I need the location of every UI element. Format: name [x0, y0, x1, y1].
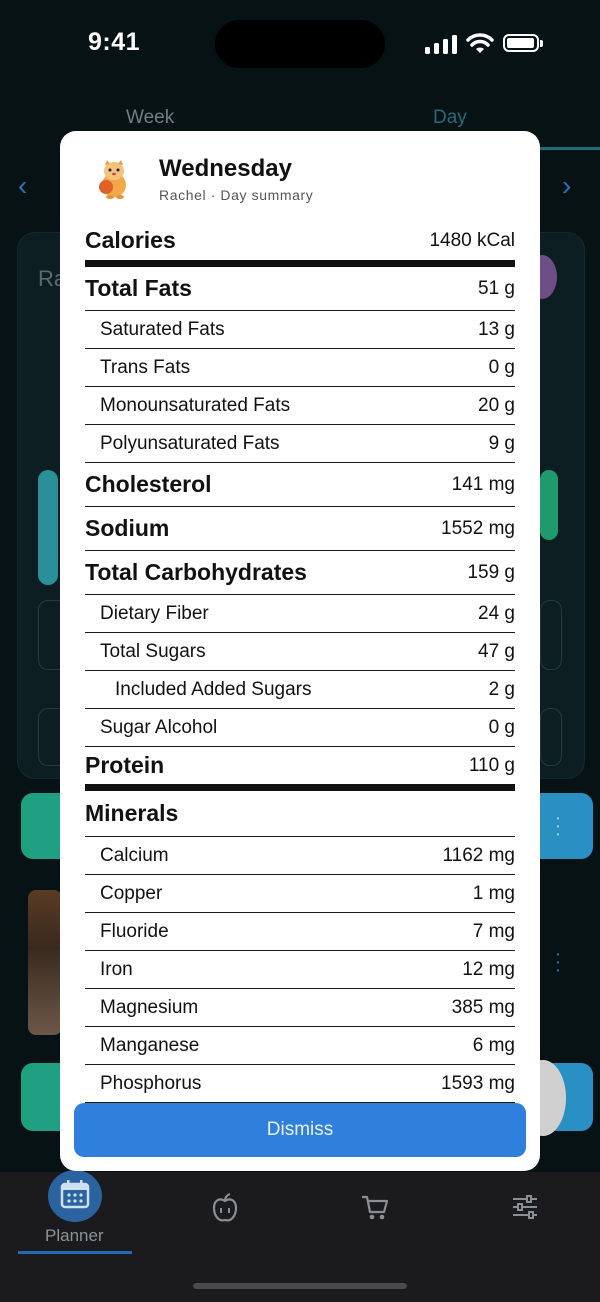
nutrient-label: Calories — [85, 227, 176, 253]
nutrient-label: Sugar Alcohol — [100, 716, 218, 738]
nutrient-row-cholesterol: Cholesterol 141 mg — [85, 463, 515, 507]
nutrient-row-included-added-sugars: Included Added Sugars 2 g — [85, 671, 515, 709]
nutrient-row-monounsaturated-fats: Monounsaturated Fats 20 g — [85, 387, 515, 425]
nutrient-label: Included Added Sugars — [115, 678, 312, 700]
tab-indicator — [18, 1251, 132, 1254]
chevron-left-icon[interactable]: ‹ — [18, 170, 27, 202]
nutrient-value: 1 mg — [472, 882, 515, 904]
nutrient-row-sodium: Sodium 1552 mg — [85, 507, 515, 551]
nutrient-row-copper: Copper 1 mg — [85, 875, 515, 913]
nutrient-label: Total Fats — [85, 275, 192, 301]
nutrient-row-fluoride: Fluoride 7 mg — [85, 913, 515, 951]
nutrient-label: Total Sugars — [100, 640, 206, 662]
stat-box — [540, 600, 562, 670]
nutrient-label: Trans Fats — [100, 356, 191, 378]
cellular-signal-icon — [425, 34, 457, 54]
nutrient-value: 0 g — [488, 356, 515, 378]
nutrient-label: Protein — [85, 752, 165, 778]
more-vertical-icon[interactable]: · · · — [553, 944, 563, 980]
battery-icon — [503, 34, 543, 52]
nutrient-value: 1480 kCal — [429, 229, 515, 251]
nutrient-label: Sodium — [85, 515, 170, 541]
nutrient-row-magnesium: Magnesium 385 mg — [85, 989, 515, 1027]
nutrient-value: 159 g — [467, 561, 515, 583]
nutrient-label: Magnesium — [100, 996, 199, 1018]
nutrient-row-phosphorus: Phosphorus 1593 mg — [85, 1065, 515, 1103]
nutrient-value: 24 g — [478, 602, 515, 624]
tab-day[interactable]: Day — [433, 107, 467, 129]
nutrient-label: Monounsaturated Fats — [100, 394, 291, 416]
nutrient-label: Polyunsaturated Fats — [100, 432, 280, 454]
day-summary-modal: Wednesday Rachel · Day summary Calories 1… — [60, 131, 540, 1171]
cart-icon[interactable] — [360, 1194, 390, 1222]
modal-subtitle: Rachel · Day summary — [159, 187, 314, 203]
more-vertical-icon[interactable]: · · · — [553, 808, 563, 844]
sliders-icon[interactable] — [511, 1194, 539, 1220]
nutrient-value: 7 mg — [472, 920, 515, 942]
status-time: 9:41 — [88, 28, 141, 56]
nutrient-value: 1593 mg — [441, 1072, 515, 1094]
nutrient-value: 1552 mg — [441, 517, 515, 539]
modal-title: Wednesday — [159, 155, 292, 182]
chevron-right-icon[interactable]: › — [562, 170, 571, 202]
nutrient-value: 6 mg — [472, 1034, 515, 1056]
nutrient-label: Total Carbohydrates — [85, 559, 307, 585]
nutrient-label: Saturated Fats — [100, 318, 225, 340]
nutrient-label: Iron — [100, 958, 133, 980]
modal-header: Wednesday Rachel · Day summary — [60, 131, 540, 221]
meal-photo[interactable] — [28, 890, 62, 1035]
nutrient-row-dietary-fiber: Dietary Fiber 24 g — [85, 595, 515, 633]
nutrient-label: Fluoride — [100, 920, 169, 942]
nutrient-row-calcium: Calcium 1162 mg — [85, 837, 515, 875]
nutrient-value: 1162 mg — [442, 844, 515, 866]
tab-week[interactable]: Week — [126, 107, 174, 129]
nutrient-value: 13 g — [478, 318, 515, 340]
calendar-icon — [60, 1180, 90, 1209]
nutrient-value: 9 g — [488, 432, 515, 454]
progress-arc-right — [540, 470, 558, 540]
hamster-mascot-icon — [99, 160, 126, 199]
nutrient-value: 385 mg — [451, 996, 515, 1018]
dismiss-button[interactable]: Dismiss — [74, 1103, 526, 1157]
progress-arc-left — [38, 470, 58, 585]
nutrient-value: 20 g — [478, 394, 515, 416]
nutrient-row-total-sugars: Total Sugars 47 g — [85, 633, 515, 671]
nutrient-value: 47 g — [478, 640, 515, 662]
nutrient-value: 110 g — [468, 754, 515, 776]
nutrient-value: 12 mg — [462, 958, 515, 980]
nutrition-facts-table: Calories 1480 kCal Total Fats 51 g Saturated… — [85, 221, 515, 1103]
home-indicator — [193, 1283, 407, 1289]
wifi-icon — [466, 33, 494, 53]
nutrient-row-total-carbohydrates: Total Carbohydrates 159 g — [85, 551, 515, 595]
nutrient-value: 0 g — [488, 716, 515, 738]
nutrient-row-total-fats: Total Fats 51 g — [85, 267, 515, 311]
nutrient-label: Cholesterol — [85, 471, 212, 497]
dynamic-island — [215, 20, 385, 68]
nutrient-row-calories: Calories 1480 kCal — [85, 221, 515, 267]
nutrient-row-saturated-fats: Saturated Fats 13 g — [85, 311, 515, 349]
nutrient-label: Manganese — [100, 1034, 200, 1056]
nutrient-row-protein: Protein 110 g — [85, 747, 515, 791]
tab-planner[interactable] — [48, 1170, 102, 1222]
nutrient-label: Calcium — [100, 844, 169, 866]
nutrient-label: Minerals — [85, 800, 179, 826]
stat-box — [540, 708, 562, 766]
apple-icon[interactable] — [211, 1192, 239, 1224]
nutrient-row-polyunsaturated-fats: Polyunsaturated Fats 9 g — [85, 425, 515, 463]
nutrient-row-minerals: Minerals — [85, 791, 515, 837]
nutrient-row-sugar-alcohol: Sugar Alcohol 0 g — [85, 709, 515, 747]
nutrient-row-manganese: Manganese 6 mg — [85, 1027, 515, 1065]
nutrient-row-trans-fats: Trans Fats 0 g — [85, 349, 515, 387]
nutrient-row-iron: Iron 12 mg — [85, 951, 515, 989]
nutrient-label: Copper — [100, 882, 163, 904]
nutrient-label: Dietary Fiber — [100, 602, 209, 624]
nutrient-label: Phosphorus — [100, 1072, 202, 1094]
tab-planner-label: Planner — [45, 1226, 104, 1245]
nutrient-value: 51 g — [478, 277, 515, 299]
nutrient-value: 141 mg — [451, 473, 515, 495]
nutrient-value: 2 g — [488, 678, 515, 700]
